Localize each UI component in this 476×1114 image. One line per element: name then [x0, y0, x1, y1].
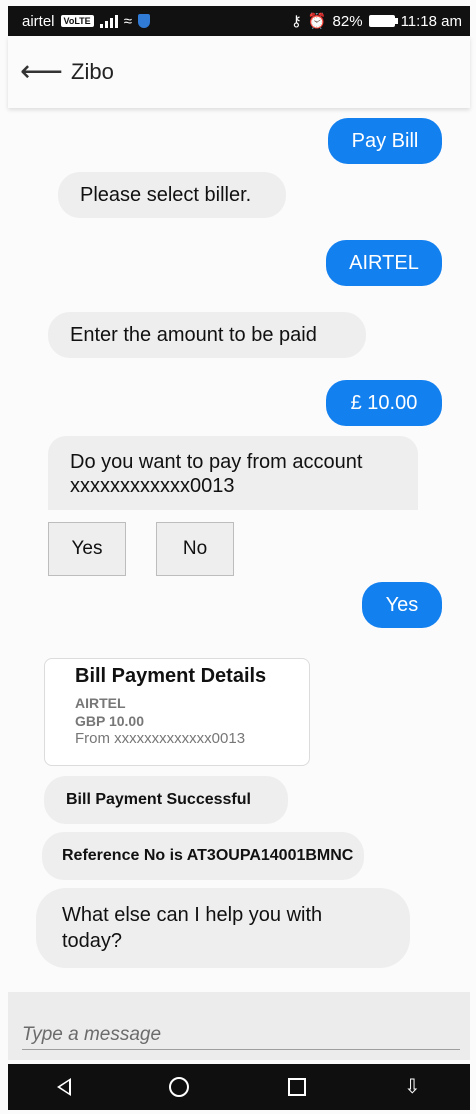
wifi-icon: ≈	[123, 12, 132, 30]
app-title: Zibo	[71, 59, 114, 84]
card-from-account: From xxxxxxxxxxxxx0013	[75, 730, 246, 747]
back-arrow-icon[interactable]: ⟵	[20, 57, 63, 87]
user-message-pay-bill: Pay Bill	[328, 118, 442, 164]
phone-frame: airtel VoLTE ≈ ⚷ ⏰ 82% 11:18 am ⟵ Zibo P…	[0, 0, 476, 1114]
status-bar: airtel VoLTE ≈ ⚷ ⏰ 82% 11:18 am	[8, 6, 470, 36]
bill-details-card: Bill Payment Details AIRTEL GBP 10.00 Fr…	[44, 658, 310, 766]
battery-percent: 82%	[332, 12, 363, 30]
nav-recents-icon[interactable]	[287, 1078, 306, 1096]
alarm-icon: ⏰	[307, 13, 327, 30]
battery-icon	[368, 15, 398, 27]
bot-question-account: Do you want to pay from account xxxxxxxx…	[48, 436, 418, 510]
key-icon: ⚷	[290, 13, 302, 30]
bot-message-followup: What else can I help you with today?	[36, 888, 410, 968]
card-biller: AIRTEL	[75, 695, 126, 711]
android-nav-bar: ⇩	[8, 1064, 470, 1110]
app-bar: ⟵ Zibo	[8, 36, 470, 108]
signal-icon	[99, 14, 118, 28]
user-message-yes: Yes	[362, 582, 442, 628]
yes-button[interactable]: Yes	[48, 522, 126, 576]
card-amount: GBP 10.00	[75, 713, 145, 729]
bot-message-success: Bill Payment Successful	[44, 776, 288, 824]
nav-back-icon[interactable]	[57, 1078, 72, 1096]
card-title: Bill Payment Details	[75, 665, 267, 687]
message-input[interactable]	[22, 1020, 460, 1050]
message-input-bar	[8, 992, 470, 1060]
carrier-label: airtel	[22, 12, 55, 30]
bot-message-reference: Reference No is AT3OUPA14001BMNC	[42, 832, 364, 880]
notification-pull-icon[interactable]: ⇩	[404, 1077, 421, 1097]
user-message-airtel: AIRTEL	[326, 240, 442, 286]
volte-icon: VoLTE	[60, 15, 94, 27]
clock: 11:18 am	[400, 12, 462, 30]
bot-message-enter-amount: Enter the amount to be paid	[48, 312, 366, 358]
bot-message-select-biller: Please select biller.	[58, 172, 286, 218]
shield-icon	[137, 14, 150, 28]
nav-home-icon[interactable]	[169, 1077, 190, 1097]
user-message-amount: £ 10.00	[326, 380, 442, 426]
no-button[interactable]: No	[156, 522, 234, 576]
